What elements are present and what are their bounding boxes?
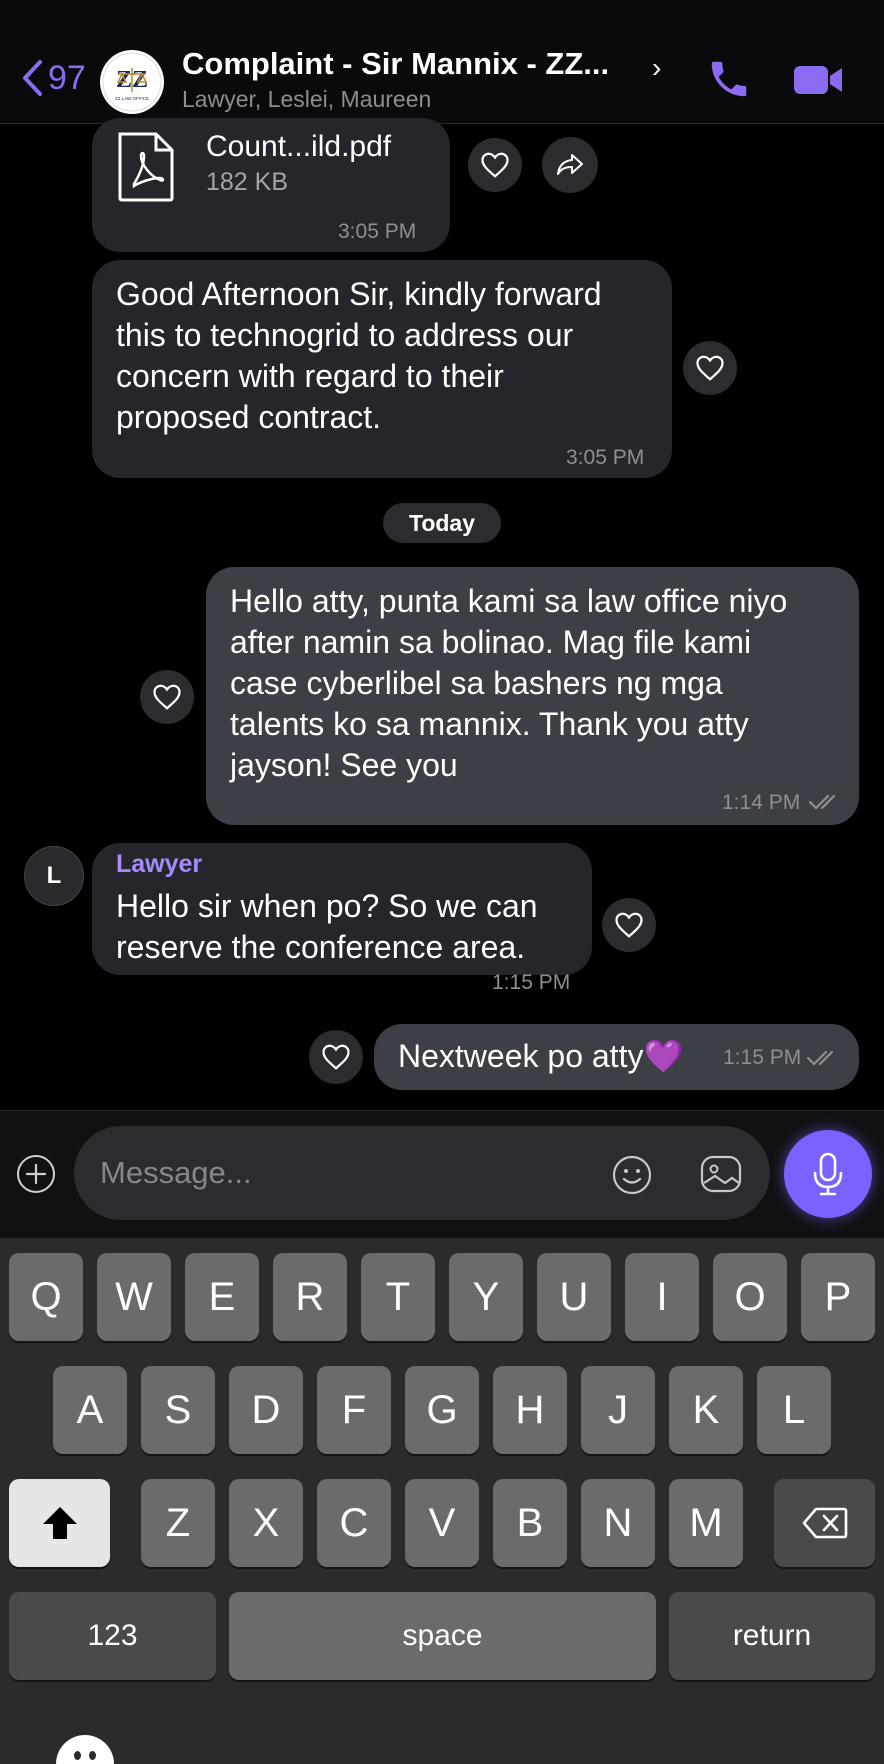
law-office-logo-icon: ZZ ZZ LAW OFFICE — [102, 52, 162, 112]
emoji-keyboard-icon[interactable] — [56, 1735, 114, 1764]
key-f[interactable]: F — [317, 1366, 391, 1454]
space-key[interactable]: space — [229, 1592, 656, 1680]
key-s[interactable]: S — [141, 1366, 215, 1454]
forward-button[interactable] — [542, 137, 598, 193]
read-receipt-icon — [806, 1050, 834, 1066]
key-o[interactable]: O — [713, 1253, 787, 1341]
key-m[interactable]: M — [669, 1479, 743, 1567]
message-time: 1:15 PM — [492, 971, 571, 994]
sender-name[interactable]: Lawyer — [116, 850, 202, 879]
return-key[interactable]: return — [669, 1592, 875, 1680]
key-c[interactable]: C — [317, 1479, 391, 1567]
key-q[interactable]: Q — [9, 1253, 83, 1341]
date-separator: Today — [383, 503, 501, 543]
attach-plus-icon[interactable] — [16, 1154, 56, 1194]
message-time: 1:14 PM — [722, 791, 801, 814]
chevron-right-icon[interactable]: › — [652, 52, 661, 84]
chat-participants[interactable]: Lawyer, Leslei, Maureen — [182, 86, 431, 113]
key-l[interactable]: L — [757, 1366, 831, 1454]
group-avatar[interactable]: ZZ ZZ LAW OFFICE — [100, 50, 164, 114]
outgoing-message-bubble[interactable]: Hello atty, punta kami sa law office niy… — [206, 567, 859, 825]
key-r[interactable]: R — [273, 1253, 347, 1341]
key-g[interactable]: G — [405, 1366, 479, 1454]
key-v[interactable]: V — [405, 1479, 479, 1567]
key-w[interactable]: W — [97, 1253, 171, 1341]
react-button[interactable] — [602, 898, 656, 952]
react-button[interactable] — [309, 1030, 363, 1084]
outgoing-message-bubble[interactable]: Nextweek po atty💜 1:15 PM — [374, 1024, 859, 1090]
unread-count: 97 — [48, 58, 86, 97]
key-y[interactable]: Y — [449, 1253, 523, 1341]
key-n[interactable]: N — [581, 1479, 655, 1567]
key-k[interactable]: K — [669, 1366, 743, 1454]
svg-text:ZZ LAW OFFICE: ZZ LAW OFFICE — [115, 96, 149, 101]
emoji-icon[interactable] — [611, 1154, 653, 1196]
key-h[interactable]: H — [493, 1366, 567, 1454]
backspace-key[interactable] — [774, 1479, 875, 1567]
message-text: Nextweek po atty💜 — [398, 1038, 684, 1074]
heart-icon — [481, 152, 509, 178]
chevron-left-icon — [23, 60, 42, 96]
key-j[interactable]: J — [581, 1366, 655, 1454]
back-button[interactable]: 97 — [20, 58, 86, 98]
read-receipt-icon — [808, 794, 836, 810]
key-t[interactable]: T — [361, 1253, 435, 1341]
pdf-file-icon — [118, 132, 174, 202]
key-d[interactable]: D — [229, 1366, 303, 1454]
key-i[interactable]: I — [625, 1253, 699, 1341]
shift-arrow-icon — [42, 1507, 77, 1539]
key-a[interactable]: A — [53, 1366, 127, 1454]
key-e[interactable]: E — [185, 1253, 259, 1341]
phone-icon[interactable] — [706, 56, 752, 102]
react-button[interactable] — [683, 341, 737, 395]
backspace-icon — [802, 1507, 847, 1539]
key-p[interactable]: P — [801, 1253, 875, 1341]
voice-message-button[interactable] — [784, 1130, 872, 1218]
incoming-message-bubble[interactable]: Good Afternoon Sir, kindly forward this … — [92, 260, 672, 478]
sender-avatar[interactable]: L — [24, 846, 84, 906]
message-text: Hello sir when po? So we can reserve the… — [116, 888, 538, 965]
key-u[interactable]: U — [537, 1253, 611, 1341]
heart-icon — [322, 1044, 350, 1070]
react-button[interactable] — [140, 670, 194, 724]
video-call-icon[interactable] — [792, 60, 844, 100]
heart-icon — [153, 684, 181, 710]
message-text: Hello atty, punta kami sa law office niy… — [230, 583, 788, 783]
gallery-icon[interactable] — [699, 1153, 743, 1195]
file-size: 182 KB — [206, 168, 289, 196]
key-x[interactable]: X — [229, 1479, 303, 1567]
message-input[interactable] — [74, 1126, 770, 1220]
numbers-key[interactable]: 123 — [9, 1592, 216, 1680]
heart-icon — [696, 355, 724, 381]
message-text: Good Afternoon Sir, kindly forward this … — [116, 276, 602, 435]
file-name[interactable]: Count...ild.pdf — [206, 130, 391, 164]
chat-title[interactable]: Complaint - Sir Mannix - ZZ... — [182, 46, 609, 82]
message-time: 3:05 PM — [566, 446, 645, 469]
shift-key[interactable] — [9, 1479, 110, 1567]
forward-icon — [557, 154, 583, 175]
on-screen-keyboard: Q W E R T Y U I O P A S D F G H J K L Z … — [0, 1238, 884, 1764]
message-time: 3:05 PM — [338, 220, 417, 243]
react-button[interactable] — [468, 138, 522, 192]
heart-icon — [615, 912, 643, 938]
chat-header: 97 ZZ ZZ LAW OFFICE Complaint - Sir Mann… — [0, 0, 884, 124]
key-b[interactable]: B — [493, 1479, 567, 1567]
key-z[interactable]: Z — [141, 1479, 215, 1567]
message-time: 1:15 PM — [723, 1046, 802, 1069]
microphone-icon — [813, 1152, 843, 1196]
